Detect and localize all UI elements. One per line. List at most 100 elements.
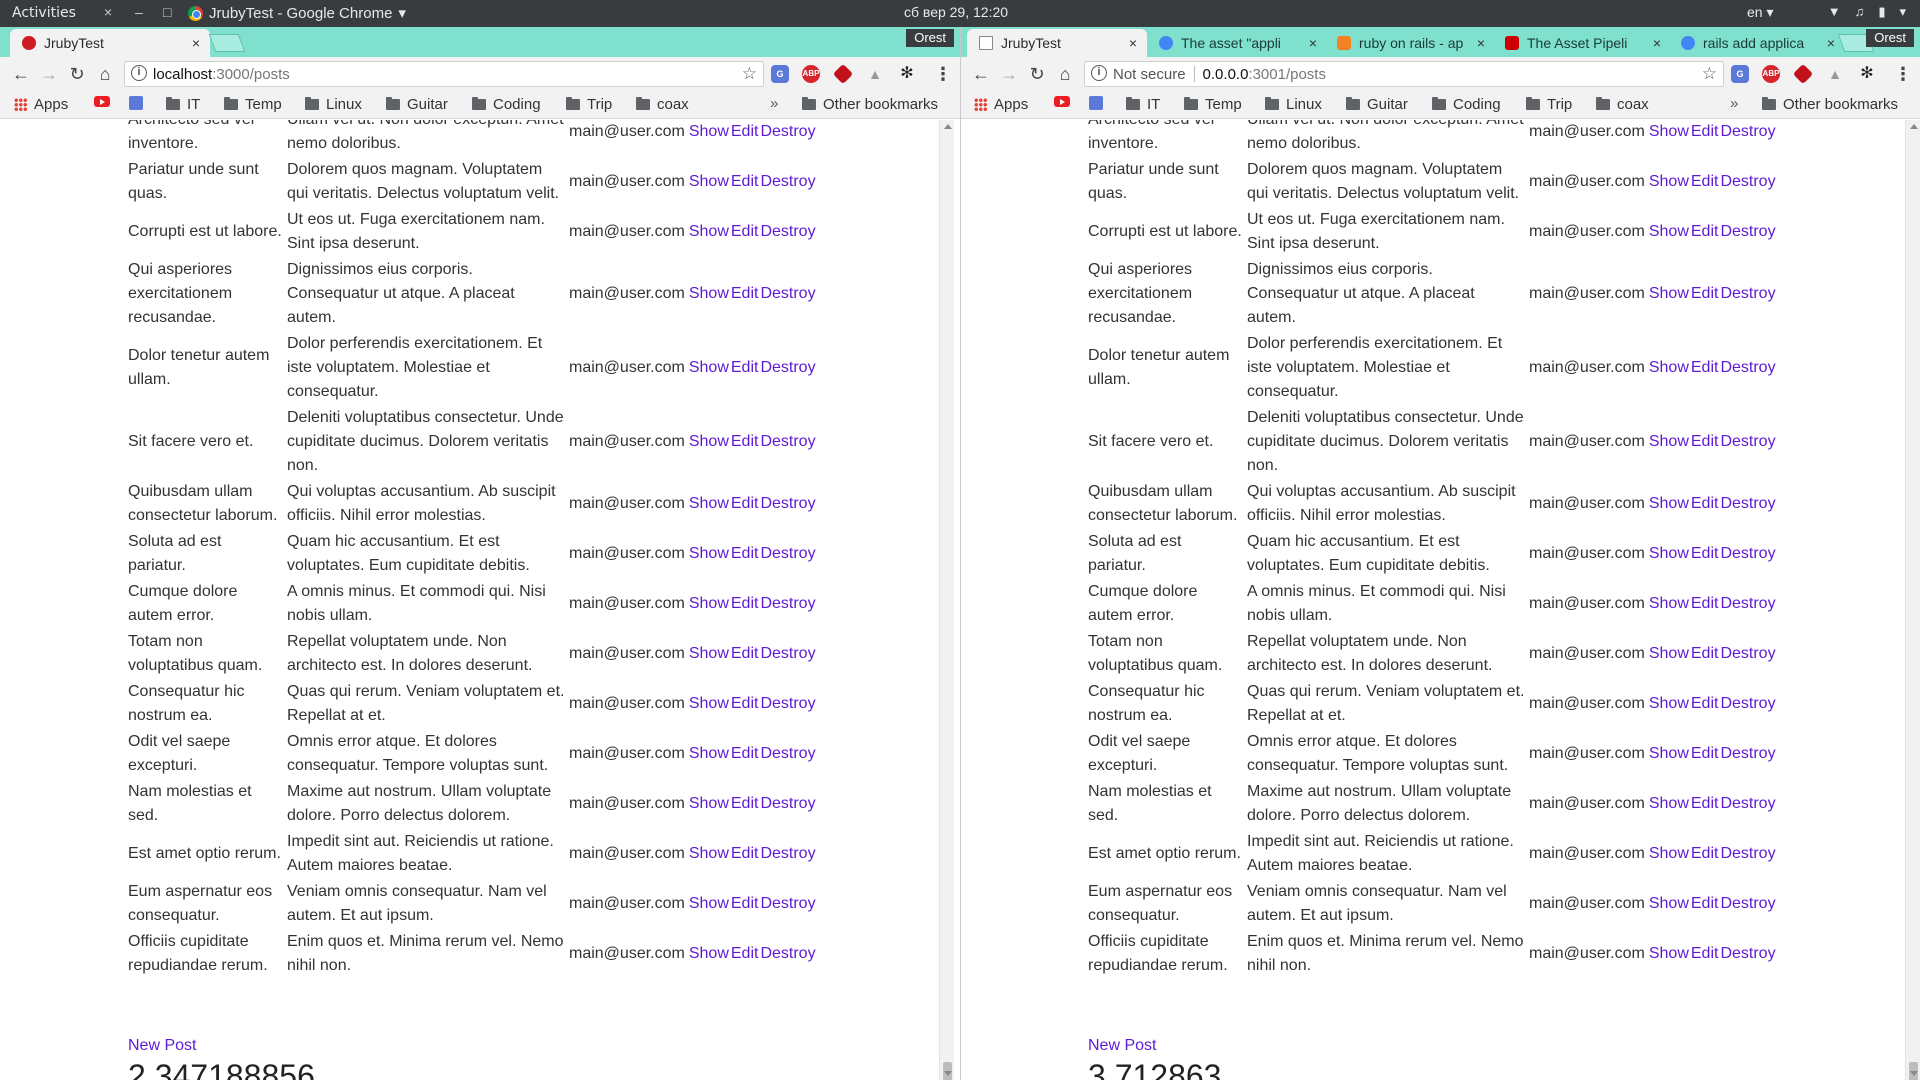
edit-link[interactable]: Edit [731, 745, 759, 762]
destroy-link[interactable]: Destroy [1720, 945, 1775, 962]
destroy-link[interactable]: Destroy [760, 545, 815, 562]
tab-stackoverflow[interactable]: ruby on rails - ap × [1325, 29, 1495, 57]
edit-link[interactable]: Edit [731, 595, 759, 612]
chrome-menu-icon[interactable]: ⋮ [934, 65, 952, 83]
close-tab-icon[interactable]: × [1309, 35, 1317, 51]
new-post-link[interactable]: New Post [1088, 1037, 1156, 1055]
destroy-link[interactable]: Destroy [1720, 433, 1775, 450]
edit-link[interactable]: Edit [1691, 123, 1719, 140]
edit-link[interactable]: Edit [1691, 595, 1719, 612]
destroy-link[interactable]: Destroy [1720, 495, 1775, 512]
destroy-link[interactable]: Destroy [1720, 123, 1775, 140]
bookmark-folder-linux[interactable]: Linux [1265, 96, 1322, 113]
destroy-link[interactable]: Destroy [1720, 595, 1775, 612]
home-icon[interactable]: ⌂ [1054, 63, 1076, 85]
edit-link[interactable]: Edit [731, 795, 759, 812]
show-link[interactable]: Show [1649, 285, 1689, 302]
chrome-menu-icon[interactable]: ⋮ [1894, 65, 1912, 83]
window-close-icon[interactable]: × [104, 4, 112, 20]
destroy-link[interactable]: Destroy [1720, 645, 1775, 662]
show-link[interactable]: Show [689, 433, 729, 450]
show-link[interactable]: Show [689, 223, 729, 240]
profile-button[interactable]: Orest [1866, 29, 1914, 47]
destroy-link[interactable]: Destroy [760, 645, 815, 662]
edit-link[interactable]: Edit [1691, 645, 1719, 662]
edit-link[interactable]: Edit [1691, 285, 1719, 302]
show-link[interactable]: Show [1649, 845, 1689, 862]
destroy-link[interactable]: Destroy [760, 433, 815, 450]
show-link[interactable]: Show [689, 945, 729, 962]
close-tab-icon[interactable]: × [1477, 35, 1485, 51]
scroll-up-icon[interactable] [1910, 124, 1918, 129]
bookmark-apps[interactable]: Apps [14, 96, 68, 113]
edit-link[interactable]: Edit [1691, 545, 1719, 562]
home-icon[interactable]: ⌂ [94, 63, 116, 85]
edit-link[interactable]: Edit [1691, 945, 1719, 962]
clock[interactable]: сб вер 29, 12:20 [904, 4, 1008, 20]
show-link[interactable]: Show [1649, 895, 1689, 912]
bookmark-folder-temp[interactable]: Temp [1184, 96, 1242, 113]
destroy-link[interactable]: Destroy [760, 795, 815, 812]
tab-jrubytest[interactable]: JrubyTest × [967, 29, 1147, 57]
new-post-link[interactable]: New Post [128, 1037, 196, 1055]
edit-link[interactable]: Edit [1691, 695, 1719, 712]
show-link[interactable]: Show [689, 173, 729, 190]
ruby-extension-icon[interactable] [832, 63, 854, 85]
bookmark-youtube[interactable] [94, 96, 110, 107]
tab-rails-add-application[interactable]: rails add applica × [1669, 29, 1845, 57]
destroy-link[interactable]: Destroy [760, 695, 815, 712]
show-link[interactable]: Show [689, 645, 729, 662]
show-link[interactable]: Show [689, 285, 729, 302]
edit-link[interactable]: Edit [731, 895, 759, 912]
adblock-plus-icon[interactable]: ABP [1762, 65, 1780, 83]
show-link[interactable]: Show [1649, 545, 1689, 562]
edit-link[interactable]: Edit [731, 845, 759, 862]
bookmark-apps[interactable]: Apps [974, 96, 1028, 113]
edit-link[interactable]: Edit [731, 645, 759, 662]
edit-link[interactable]: Edit [1691, 359, 1719, 376]
bookmark-star-icon[interactable]: ☆ [1702, 64, 1717, 84]
show-link[interactable]: Show [689, 795, 729, 812]
edit-link[interactable]: Edit [1691, 845, 1719, 862]
close-tab-icon[interactable]: × [1827, 35, 1835, 51]
window-maximize-icon[interactable]: □ [163, 4, 171, 20]
app-indicator[interactable]: JrubyTest - Google Chrome ▾ [188, 4, 406, 22]
show-link[interactable]: Show [1649, 495, 1689, 512]
address-bar[interactable]: i Not secure 0.0.0.0:3001/posts ☆ [1084, 61, 1724, 87]
destroy-link[interactable]: Destroy [760, 595, 815, 612]
destroy-link[interactable]: Destroy [1720, 895, 1775, 912]
destroy-link[interactable]: Destroy [1720, 285, 1775, 302]
destroy-link[interactable]: Destroy [760, 845, 815, 862]
destroy-link[interactable]: Destroy [1720, 695, 1775, 712]
show-link[interactable]: Show [1649, 223, 1689, 240]
site-info-icon[interactable]: i [1091, 65, 1107, 81]
edit-link[interactable]: Edit [1691, 495, 1719, 512]
show-link[interactable]: Show [1649, 173, 1689, 190]
show-link[interactable]: Show [689, 359, 729, 376]
ghostery-icon[interactable]: ✻ [1858, 65, 1876, 83]
destroy-link[interactable]: Destroy [760, 173, 815, 190]
show-link[interactable]: Show [689, 495, 729, 512]
page-scrollbar[interactable] [1905, 120, 1920, 1080]
edit-link[interactable]: Edit [731, 545, 759, 562]
destroy-link[interactable]: Destroy [760, 123, 815, 140]
bookmark-translate[interactable] [1089, 96, 1103, 110]
bookmark-folder-linux[interactable]: Linux [305, 96, 362, 113]
destroy-link[interactable]: Destroy [1720, 545, 1775, 562]
forward-icon[interactable]: → [998, 63, 1020, 85]
show-link[interactable]: Show [1649, 433, 1689, 450]
show-link[interactable]: Show [689, 595, 729, 612]
extension-disabled-icon[interactable]: ▲ [1826, 65, 1844, 83]
bookmark-folder-guitar[interactable]: Guitar [386, 96, 448, 113]
close-tab-icon[interactable]: × [192, 35, 200, 51]
destroy-link[interactable]: Destroy [1720, 745, 1775, 762]
edit-link[interactable]: Edit [731, 945, 759, 962]
site-info-icon[interactable]: i [131, 65, 147, 81]
back-icon[interactable]: ← [970, 63, 992, 85]
scroll-down-icon[interactable] [944, 1071, 952, 1076]
edit-link[interactable]: Edit [731, 123, 759, 140]
show-link[interactable]: Show [689, 895, 729, 912]
bookmark-folder-coding[interactable]: Coding [1432, 96, 1501, 113]
bookmarks-overflow-button[interactable]: » [1730, 95, 1738, 112]
destroy-link[interactable]: Destroy [1720, 359, 1775, 376]
